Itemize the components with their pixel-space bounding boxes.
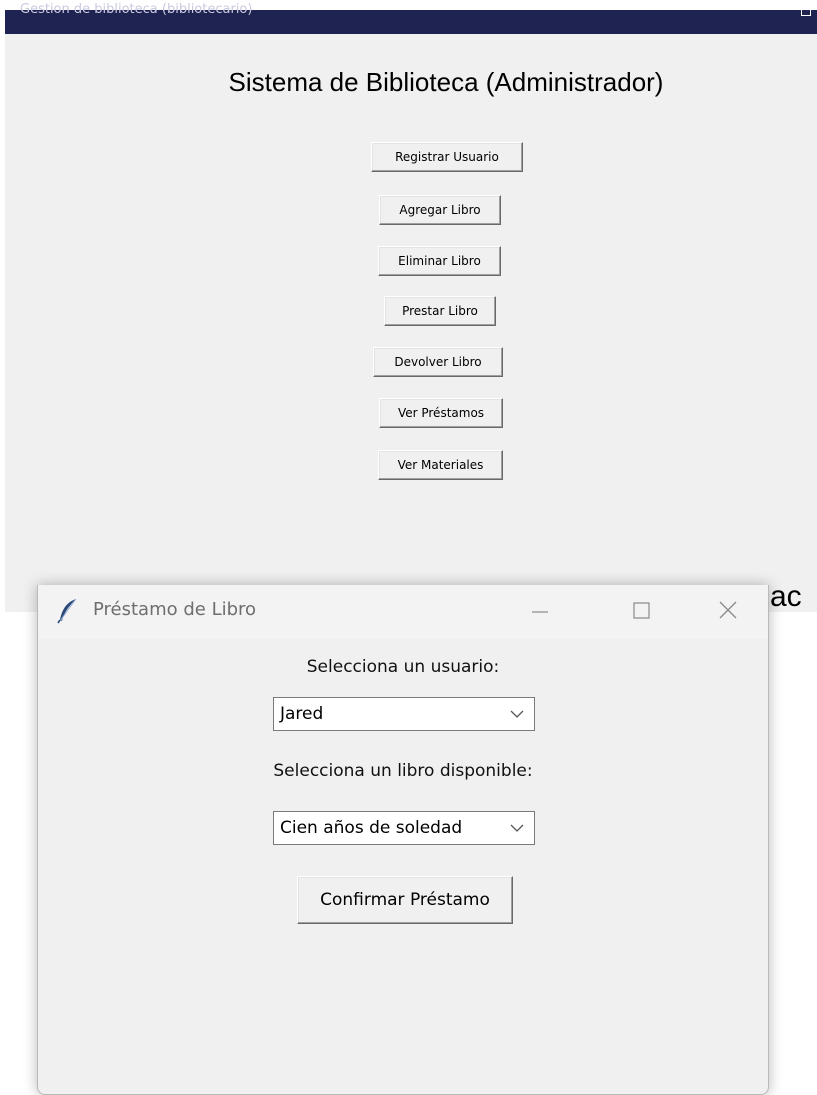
maximize-icon[interactable] [627, 599, 655, 623]
devolver-libro-button[interactable]: Devolver Libro [373, 347, 503, 377]
page-title: Sistema de Biblioteca (Administrador) [228, 67, 664, 97]
loan-dialog: Préstamo de Libro Selecciona un usuario:… [37, 585, 769, 1095]
user-label: Selecciona un usuario: [306, 657, 500, 677]
eliminar-libro-button[interactable]: Eliminar Libro [378, 246, 501, 276]
ver-materiales-button[interactable]: Ver Materiales [378, 450, 503, 480]
minimize-icon[interactable] [526, 599, 554, 623]
main-window-titlebar[interactable]: Gestion de biblioteca (bibliotecario) [5, 0, 817, 34]
feather-icon [57, 598, 77, 624]
book-selected-value: Cien años de soledad [280, 818, 463, 838]
confirm-loan-button[interactable]: Confirmar Préstamo [297, 876, 513, 924]
user-combobox[interactable]: Jared [273, 697, 535, 731]
background-window-text: ac [770, 580, 802, 613]
chevron-down-icon[interactable] [510, 823, 524, 833]
close-icon[interactable] [714, 599, 742, 623]
dialog-title: Préstamo de Libro [93, 599, 257, 620]
maximize-icon[interactable] [801, 6, 811, 16]
main-window-title: Gestion de biblioteca (bibliotecario) [20, 2, 253, 17]
chevron-down-icon[interactable] [510, 709, 524, 719]
agregar-libro-button[interactable]: Agregar Libro [379, 195, 501, 225]
dialog-titlebar[interactable]: Préstamo de Libro [38, 585, 768, 639]
book-combobox[interactable]: Cien años de soledad [273, 811, 535, 845]
registrar-usuario-button[interactable]: Registrar Usuario [371, 142, 523, 172]
ver-prestamos-button[interactable]: Ver Préstamos [379, 398, 503, 428]
screen: Gestion de biblioteca (bibliotecario) Si… [0, 0, 817, 1095]
main-window: Gestion de biblioteca (bibliotecario) Si… [5, 0, 817, 612]
prestar-libro-button[interactable]: Prestar Libro [384, 296, 496, 326]
user-selected-value: Jared [280, 704, 324, 724]
book-label: Selecciona un libro disponible: [273, 761, 533, 781]
